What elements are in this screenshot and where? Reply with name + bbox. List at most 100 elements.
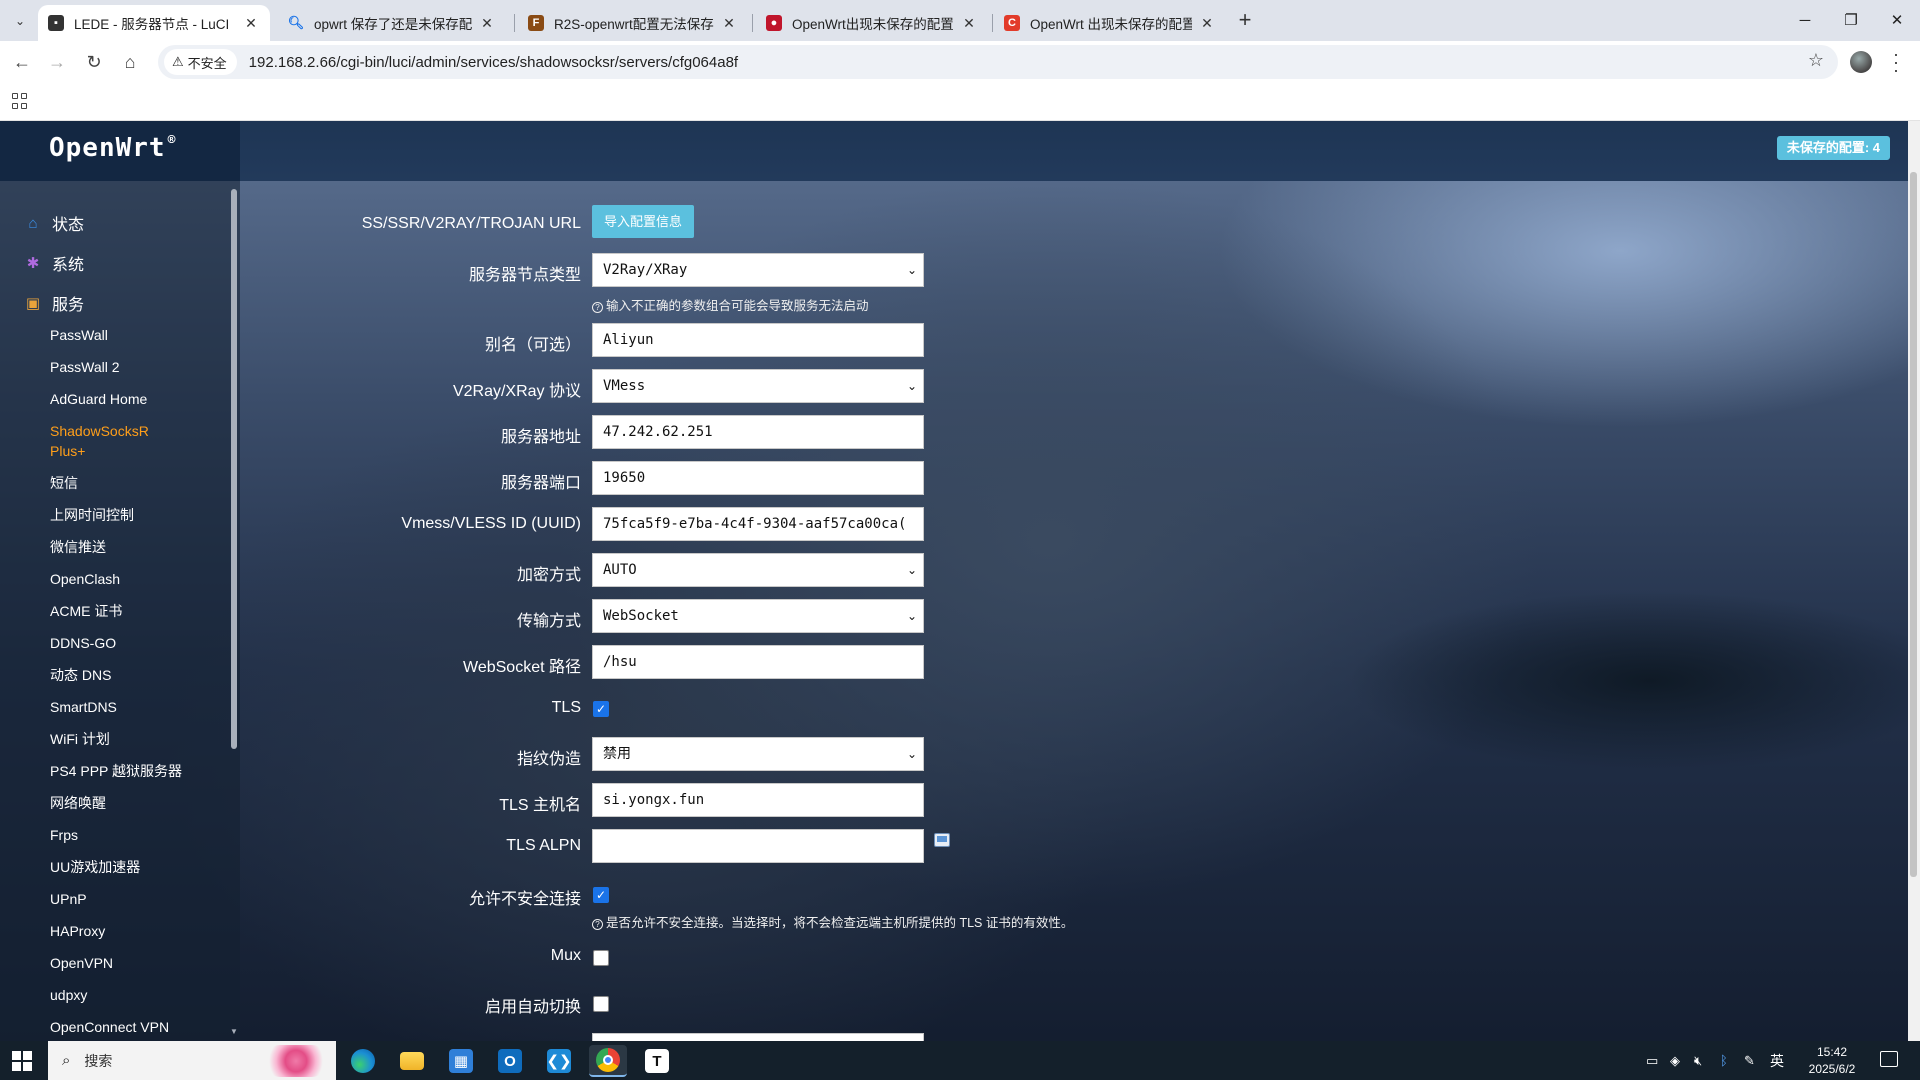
close-icon[interactable]: ✕ (1198, 15, 1216, 32)
close-icon[interactable]: ✕ (960, 15, 978, 32)
sidebar-item-ps4-ppp[interactable]: PS4 PPP 越狱服务器 (50, 761, 182, 781)
sidebar-item-shadowsocksr[interactable]: ShadowSocksR Plus+ (50, 421, 149, 461)
insecure-checkbox[interactable]: ✓ (593, 887, 609, 903)
sidebar-item-ddns-go[interactable]: DDNS-GO (50, 633, 116, 653)
new-tab-button[interactable]: + (1232, 8, 1258, 34)
taskbar-search-box[interactable]: ⌕ 搜索 (48, 1041, 336, 1080)
tray-network-icon[interactable]: ◈ (1670, 1041, 1680, 1080)
tab-luci[interactable]: ▪ LEDE - 服务器节点 - LuCI ✕ (38, 5, 270, 41)
sidebar-item-uu-booster[interactable]: UU游戏加速器 (50, 857, 140, 877)
bookmark-star-icon[interactable]: ☆ (1808, 50, 1824, 71)
profile-avatar[interactable] (1850, 51, 1872, 73)
tray-bluetooth-icon[interactable]: ᛒ (1720, 1041, 1728, 1080)
fingerprint-select[interactable]: 禁用 ⌄ (592, 737, 924, 771)
tray-monitor-icon[interactable]: ▭ (1646, 1041, 1658, 1080)
tray-volume-muted-icon[interactable]: 🔇︎ (1694, 1041, 1702, 1080)
sidebar-group-services[interactable]: ▣ 服务 (24, 291, 84, 315)
sidebar-item-openclash[interactable]: OpenClash (50, 569, 120, 589)
close-icon[interactable]: ✕ (242, 15, 260, 32)
search-icon: ⌕ (62, 1052, 71, 1069)
address-bar[interactable]: ⚠ 不安全 192.168.2.66/cgi-bin/luci/admin/se… (158, 45, 1838, 79)
chrome-icon[interactable] (589, 1045, 627, 1077)
sidebar-item-passwall2[interactable]: PassWall 2 (50, 357, 120, 377)
mux-checkbox[interactable] (593, 950, 609, 966)
taskbar-clock[interactable]: 15:42 2025/6/2 (1797, 1044, 1867, 1078)
windows-start-icon[interactable] (12, 1051, 32, 1071)
sidebar-item-label: ShadowSocksR (50, 423, 149, 439)
tab-openwrt-2[interactable]: C OpenWrt 出现未保存的配置. ✕ (994, 5, 1226, 41)
back-arrow-icon[interactable]: ← (8, 49, 36, 75)
sidebar-group-label: 系统 (52, 257, 85, 274)
minimize-icon[interactable]: ─ (1782, 4, 1828, 36)
sidebar-item-haproxy[interactable]: HAProxy (50, 921, 105, 941)
tls-alpn-input[interactable] (592, 829, 924, 863)
sidebar-item-acme[interactable]: ACME 证书 (50, 601, 122, 621)
sidebar-item-wake-on-lan[interactable]: 网络唤醒 (50, 793, 106, 813)
tray-pen-icon[interactable]: ✎ (1744, 1041, 1755, 1080)
uuid-input[interactable]: 75fca5f9-e7ba-4c4f-9304-aaf57ca00ca( (592, 507, 924, 541)
tab-search-result[interactable]: 🔍︎ opwrt 保存了还是未保存配置 ✕ (278, 5, 506, 41)
home-icon[interactable]: ⌂ (116, 49, 144, 75)
chevron-down-icon: ⌄ (906, 263, 917, 277)
ime-indicator[interactable]: 英 (1770, 1041, 1784, 1080)
server-port-input[interactable]: 19650 (592, 461, 924, 495)
alias-label: 别名（可选） (484, 337, 581, 354)
add-entry-icon[interactable] (934, 833, 950, 847)
tab-search-button[interactable]: ⌄ (8, 9, 32, 33)
security-chip[interactable]: ⚠ 不安全 (164, 49, 237, 75)
import-config-button[interactable]: 导入配置信息 (592, 205, 695, 238)
sidebar-item-passwall[interactable]: PassWall (50, 325, 108, 345)
reload-icon[interactable]: ↻ (80, 49, 108, 75)
page-scrollbar[interactable] (1910, 172, 1917, 877)
unsaved-changes-badge[interactable]: 未保存的配置: 4 (1776, 136, 1890, 160)
close-icon[interactable]: ✕ (720, 15, 738, 32)
protocol-select[interactable]: VMess ⌄ (592, 369, 924, 403)
sidebar-item-sms[interactable]: 短信 (50, 473, 78, 493)
typora-icon[interactable]: T (638, 1045, 676, 1077)
brand-logo[interactable]: OpenWrt ® (49, 133, 176, 163)
sidebar-item-smartdns[interactable]: SmartDNS (50, 697, 117, 717)
url-text[interactable]: 192.168.2.66/cgi-bin/luci/admin/services… (249, 54, 738, 71)
next-field-input[interactable] (592, 1033, 924, 1041)
scroll-down-arrow-icon[interactable]: ▼ (230, 1027, 238, 1036)
close-icon[interactable]: ✕ (478, 15, 496, 32)
alias-input[interactable]: Aliyun (592, 323, 924, 357)
sidebar-item-openconnect[interactable]: OpenConnect VPN (50, 1017, 169, 1037)
vscode-icon[interactable]: ❮❯ (540, 1045, 578, 1077)
tls-alpn-label: TLS ALPN (506, 837, 581, 854)
apps-grid-icon[interactable] (12, 93, 28, 109)
server-type-select[interactable]: V2Ray/XRay ⌄ (592, 253, 924, 287)
more-menu-icon[interactable]: · · · (1890, 45, 1902, 79)
tls-host-input[interactable]: si.yongx.fun (592, 783, 924, 817)
window-close-icon[interactable]: ✕ (1874, 4, 1920, 36)
sidebar-item-wifi-schedule[interactable]: WiFi 计划 (50, 729, 110, 749)
sidebar-scrollbar[interactable] (231, 189, 237, 749)
auto-switch-checkbox[interactable] (593, 996, 609, 1012)
sidebar-item-openvpn[interactable]: OpenVPN (50, 953, 113, 973)
sidebar-item-adguard[interactable]: AdGuard Home (50, 389, 147, 409)
tab-divider (752, 14, 753, 32)
forward-arrow-icon[interactable]: → (43, 49, 71, 75)
sidebar-group-system[interactable]: ✱ 系统 (24, 251, 84, 275)
notification-icon[interactable] (1880, 1051, 1898, 1067)
outlook-icon[interactable]: O (491, 1045, 529, 1077)
server-address-input[interactable]: 47.242.62.251 (592, 415, 924, 449)
tab-r2s[interactable]: F R2S-openwrt配置无法保存-O ✕ (518, 5, 748, 41)
tls-checkbox[interactable]: ✓ (593, 701, 609, 717)
sidebar-item-upnp[interactable]: UPnP (50, 889, 87, 909)
sidebar-item-wechat-push[interactable]: 微信推送 (50, 537, 106, 557)
store-icon[interactable]: ▦ (442, 1045, 480, 1077)
edge-icon[interactable] (344, 1045, 382, 1077)
file-explorer-icon[interactable] (393, 1045, 431, 1077)
sidebar-item-time-control[interactable]: 上网时间控制 (50, 505, 134, 525)
services-icon: ▣ (25, 295, 41, 312)
security-select[interactable]: AUTO ⌄ (592, 553, 924, 587)
ws-path-input[interactable]: /hsu (592, 645, 924, 679)
sidebar-item-frps[interactable]: Frps (50, 825, 78, 845)
sidebar-group-status[interactable]: ⌂ 状态 (24, 211, 84, 235)
restore-icon[interactable]: ❐ (1828, 4, 1874, 36)
sidebar-item-dynamic-dns[interactable]: 动态 DNS (50, 665, 111, 685)
tab-openwrt-1[interactable]: ● OpenWrt出现未保存的配置且 ✕ (756, 5, 988, 41)
sidebar-item-udpxy[interactable]: udpxy (50, 985, 87, 1005)
transport-select[interactable]: WebSocket ⌄ (592, 599, 924, 633)
